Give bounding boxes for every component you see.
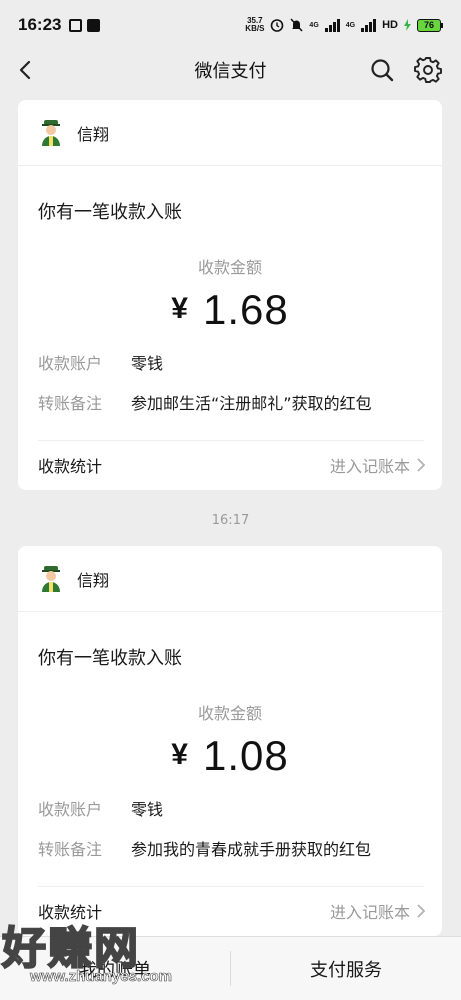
note-row: 转账备注 参加邮生活“注册邮礼”获取的红包	[38, 390, 372, 414]
stat-row[interactable]: 收款统计 进入记账本	[38, 886, 426, 936]
bottom-bar: 我的账单 支付服务	[0, 936, 461, 1000]
amount: ¥1.08	[18, 732, 442, 780]
account-key: 收款账户	[38, 800, 103, 819]
currency-symbol: ¥	[171, 738, 189, 771]
sender-name: 信翔	[77, 124, 110, 144]
note-row: 转账备注 参加我的青春成就手册获取的红包	[38, 836, 371, 860]
hd-label: HD	[382, 19, 398, 31]
ledger-link[interactable]: 进入记账本	[330, 899, 426, 923]
battery-icon: 76	[417, 18, 443, 32]
stat-row[interactable]: 收款统计 进入记账本	[38, 440, 426, 490]
tab-my-bills-label: 我的账单	[79, 959, 151, 981]
status-bar: 16:23 35.7 KB/S 4G 4G HD 76	[0, 0, 461, 50]
nav-bar: 微信支付	[0, 50, 461, 90]
signal-icon-1	[324, 18, 340, 32]
account-row: 收款账户 零钱	[38, 796, 163, 820]
signal-icon-2	[361, 18, 377, 32]
tab-payment-services[interactable]: 支付服务	[231, 937, 461, 1000]
mute-icon	[290, 18, 303, 32]
note-key: 转账备注	[38, 840, 103, 859]
amount: ¥1.68	[18, 286, 442, 334]
payment-card[interactable]: 信翔 你有一笔收款入账 收款金额 ¥1.68 收款账户 零钱 转账备注 参加邮生…	[18, 100, 442, 490]
amount-value: 1.68	[202, 286, 289, 333]
ledger-link-label: 进入记账本	[329, 457, 410, 476]
stat-label: 收款统计	[38, 903, 103, 922]
notice-text: 你有一笔收款入账	[38, 648, 182, 669]
account-key: 收款账户	[38, 354, 103, 373]
account-value: 零钱	[131, 354, 164, 373]
message-timestamp: 16:17	[211, 513, 250, 528]
status-time: 16:23	[18, 15, 62, 34]
sender-name: 信翔	[77, 570, 110, 590]
account-value: 零钱	[131, 800, 164, 819]
search-icon[interactable]	[368, 56, 396, 84]
note-value: 参加我的青春成就手册获取的红包	[131, 840, 372, 859]
chevron-right-icon	[417, 458, 426, 472]
gear-icon[interactable]	[414, 56, 442, 84]
account-row: 收款账户 零钱	[38, 350, 163, 374]
net-speed-unit: KB/S	[245, 24, 265, 33]
ledger-link[interactable]: 进入记账本	[330, 453, 426, 477]
back-arrow-icon[interactable]	[12, 56, 40, 84]
stat-label: 收款统计	[38, 457, 103, 476]
alarm-icon	[271, 19, 284, 32]
notification-app-icon	[69, 18, 83, 32]
ledger-link-label: 进入记账本	[329, 903, 410, 922]
network-type-1: 4G	[309, 21, 319, 29]
amount-label: 收款金额	[197, 258, 262, 277]
postman-avatar-icon	[42, 119, 60, 146]
card-header: 信翔	[18, 100, 442, 166]
tab-payment-services-label: 支付服务	[310, 959, 382, 981]
postman-avatar-icon	[42, 565, 60, 592]
currency-symbol: ¥	[171, 292, 189, 325]
tab-my-bills[interactable]: 我的账单	[0, 937, 230, 1000]
chevron-right-icon	[417, 904, 426, 918]
note-value: 参加邮生活“注册邮礼”获取的红包	[131, 394, 372, 413]
battery-level: 76	[417, 18, 441, 32]
mail-icon	[87, 18, 101, 32]
amount-value: 1.08	[202, 732, 289, 779]
note-key: 转账备注	[38, 394, 103, 413]
payment-card[interactable]: 信翔 你有一笔收款入账 收款金额 ¥1.08 收款账户 零钱 转账备注 参加我的…	[18, 546, 442, 936]
charging-icon	[404, 19, 411, 31]
amount-label: 收款金额	[197, 704, 262, 723]
notice-text: 你有一笔收款入账	[38, 202, 182, 223]
status-right: 35.7 KB/S 4G 4G HD 76	[245, 17, 443, 33]
notification-icons	[69, 18, 101, 32]
card-header: 信翔	[18, 546, 442, 612]
net-speed: 35.7 KB/S	[245, 17, 264, 33]
network-type-2: 4G	[345, 21, 356, 29]
page-title: 微信支付	[194, 61, 267, 82]
